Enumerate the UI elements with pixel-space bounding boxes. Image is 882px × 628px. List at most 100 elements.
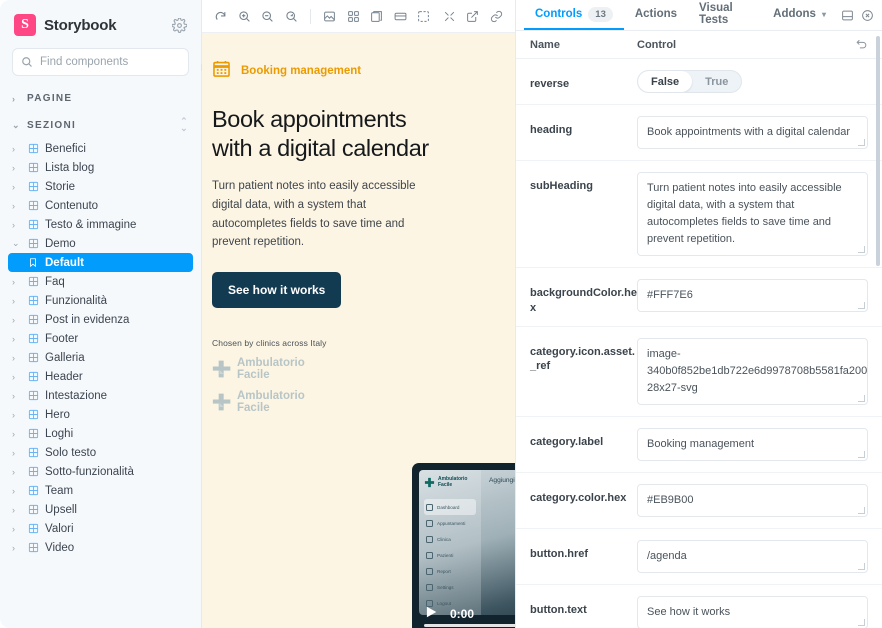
text-control-input[interactable]: image-340b0f852be1db722e6d9978708b5581fa… [637, 337, 868, 405]
toggle-option-false[interactable]: False [638, 71, 693, 92]
text-control-input[interactable]: Book appointments with a digital calenda… [637, 116, 868, 150]
sidebar-item-testo-immagine[interactable]: › Testo & immagine [8, 215, 193, 234]
search-input[interactable] [40, 56, 194, 68]
close-icon[interactable] [858, 0, 879, 30]
chevron-right-icon: › [12, 428, 15, 439]
sidebar-item-solo-testo[interactable]: › Solo testo [8, 443, 193, 462]
control-name: category.icon.asset._ref [530, 345, 635, 373]
tab-visual-tests[interactable]: Visual Tests [688, 0, 762, 30]
theme-icon[interactable] [366, 4, 388, 28]
sidebar-item-galleria[interactable]: › Galleria [8, 348, 193, 367]
sidebar-item-loghi[interactable]: › Loghi [8, 424, 193, 443]
sidebar-item-hero[interactable]: › Hero [8, 405, 193, 424]
sidebar-item-faq[interactable]: › Faq [8, 272, 193, 291]
sidebar-item-storie[interactable]: › Storie [8, 177, 193, 196]
play-icon[interactable] [424, 604, 438, 625]
poster-nav-item: Appuntamenti [424, 515, 476, 531]
text-control-input[interactable]: See how it works [637, 596, 868, 628]
canvas-toolbar [202, 0, 515, 33]
open-new-tab-icon[interactable] [462, 4, 484, 28]
reset-controls-icon[interactable] [855, 37, 868, 53]
link-icon[interactable] [486, 4, 508, 28]
sidebar-item-label: Default [45, 256, 84, 269]
sidebar-item-intestazione[interactable]: › Intestazione [8, 386, 193, 405]
sidebar-item-upsell[interactable]: › Upsell [8, 500, 193, 519]
tab-controls[interactable]: Controls 13 [524, 0, 624, 30]
sidebar-item-demo[interactable]: ⌄ Demo [8, 234, 193, 253]
sidebar-item-lista-blog[interactable]: › Lista blog [8, 158, 193, 177]
sidebar-item-funzionalit-[interactable]: › Funzionalità [8, 291, 193, 310]
tree-group-pagine[interactable]: › PAGINE [8, 86, 193, 111]
see-how-it-works-button[interactable]: See how it works [212, 271, 342, 308]
video-progress-bar[interactable] [424, 624, 515, 627]
control-name: subHeading [530, 180, 593, 193]
zoom-in-icon[interactable] [234, 4, 256, 28]
sidebar-item-video[interactable]: › Video [8, 538, 193, 557]
poster-nav-item: Report [424, 563, 476, 579]
storybook-logo-icon: S [14, 14, 36, 36]
control-value: image-340b0f852be1db722e6d9978708b5581fa… [637, 337, 868, 405]
fullscreen-icon[interactable] [438, 4, 460, 28]
tree-group-sezioni[interactable]: ⌄ SEZIONI ⌃ ⌄ [8, 111, 193, 139]
gear-icon[interactable] [171, 17, 187, 33]
tree-group-label: PAGINE [27, 93, 73, 104]
hero-heading: Book appointments with a digital calenda… [212, 105, 495, 163]
sidebar-item-benefici[interactable]: › Benefici [8, 139, 193, 158]
sidebar-item-contenuto[interactable]: › Contenuto [8, 196, 193, 215]
search-box[interactable]: ⌘ K [12, 48, 212, 76]
control-name: reverse [530, 78, 570, 90]
calendar-icon [212, 59, 231, 83]
sidebar-item-label: Post in evidenza [45, 313, 130, 326]
sidebar-item-sotto-funzionalit-[interactable]: › Sotto-funzionalità [8, 462, 193, 481]
control-name: category.label [530, 435, 604, 448]
panel-scrollbar[interactable] [876, 36, 880, 266]
viewport-icon[interactable] [389, 4, 411, 28]
sidebar-item-label: Funzionalità [45, 294, 108, 307]
chevron-right-icon: › [12, 485, 15, 496]
sidebar-item-team[interactable]: › Team [8, 481, 193, 500]
grid-icon[interactable] [342, 4, 364, 28]
remount-icon[interactable] [210, 4, 232, 28]
chevron-right-icon: › [12, 276, 15, 287]
social-proof-prefix: Chosen by clinics across Italy [212, 337, 327, 348]
text-control-input[interactable]: Turn patient notes into easily accessibl… [637, 172, 868, 257]
component-icon [27, 352, 39, 363]
chevron-down-icon: ▾ [821, 9, 826, 19]
zoom-reset-icon[interactable] [281, 4, 303, 28]
component-icon [27, 276, 39, 287]
measure-icon[interactable] [413, 4, 435, 28]
sidebar-item-label: Testo & immagine [45, 218, 137, 231]
sidebar-item-post-in-evidenza[interactable]: › Post in evidenza [8, 310, 193, 329]
control-name: button.text [530, 604, 587, 617]
text-control-input[interactable]: /agenda [637, 540, 868, 574]
poster-nav-icon [426, 519, 433, 527]
component-icon [27, 542, 39, 553]
chevron-right-icon: › [12, 93, 17, 104]
backgrounds-icon[interactable] [319, 4, 341, 28]
tab-visual-tests-label: Visual Tests [699, 2, 733, 26]
zoom-out-icon[interactable] [257, 4, 279, 28]
text-control-input[interactable]: Booking management [637, 427, 868, 462]
video-player[interactable]: Ambulatorio Facile Dashboard Appuntamenti… [412, 463, 515, 628]
tab-addons[interactable]: Addons ▾ [762, 0, 837, 30]
panel-position-icon[interactable] [837, 0, 858, 30]
poster-nav-label: Clinica [437, 536, 451, 542]
text-control-input[interactable]: #FFF7E6 [637, 279, 868, 313]
sidebar-item-footer[interactable]: › Footer [8, 329, 193, 348]
sidebar-item-selected[interactable]: Default [8, 253, 193, 272]
expand-all-icon[interactable]: ⌃ ⌄ [180, 117, 189, 133]
control-row: heading Book appointments with a digital … [516, 105, 882, 162]
poster-title: Aggiungi appuntamento [489, 477, 515, 484]
text-control-input[interactable]: #EB9B00 [637, 484, 868, 518]
toggle-option-true[interactable]: True [692, 71, 741, 92]
sidebar-item-header[interactable]: › Header [8, 367, 193, 386]
chevron-right-icon: › [12, 219, 15, 230]
tab-actions[interactable]: Actions [624, 0, 688, 30]
boolean-toggle[interactable]: False True [637, 70, 743, 93]
sidebar-item-valori[interactable]: › Valori [8, 519, 193, 538]
component-icon [27, 523, 39, 534]
story-icon [27, 257, 39, 268]
sidebar-item-label: Upsell [45, 503, 77, 516]
client-logo: Ambulatorio Facile [212, 357, 495, 381]
canvas-area: Booking management Book appointments wit… [202, 0, 515, 628]
